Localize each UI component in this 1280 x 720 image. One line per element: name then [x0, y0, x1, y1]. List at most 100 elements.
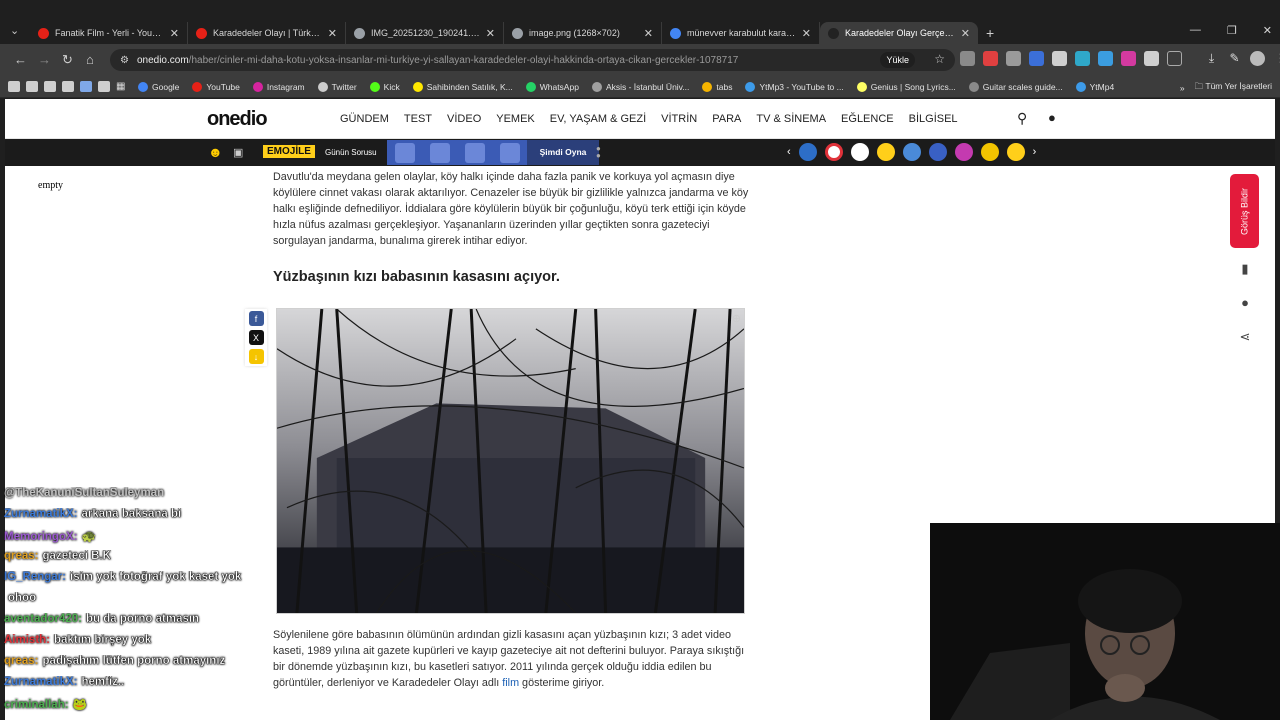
home-icon[interactable]: ⌂ [86, 52, 94, 67]
comments-icon[interactable]: ● [1236, 295, 1254, 313]
site-info-icon[interactable]: ⚙ [120, 55, 129, 66]
bookmark-folder-icon[interactable] [98, 81, 110, 92]
new-tab-button[interactable]: + [986, 22, 994, 44]
feedback-button[interactable]: Görüş Bildir [1230, 174, 1259, 248]
bookmark-folder-icon[interactable] [62, 81, 74, 92]
reading-mode-icon[interactable]: ✎ [1227, 51, 1242, 66]
apps-grid-icon[interactable]: ▦ [116, 81, 128, 92]
brand-icon[interactable] [954, 143, 973, 161]
reload-icon[interactable]: ↻ [62, 52, 73, 68]
back-icon[interactable]: ← [14, 52, 27, 67]
share-icon[interactable]: ⋖ [1236, 329, 1254, 347]
brand-icon[interactable] [1006, 143, 1025, 161]
tab-close-icon[interactable]: ✕ [486, 27, 495, 40]
film-link[interactable]: film [502, 677, 519, 689]
close-window-icon[interactable]: ✕ [1263, 24, 1272, 37]
gunun-sorusu-label[interactable]: Günün Sorusu [325, 148, 377, 157]
menu-kebab-icon[interactable]: ⋮ [1273, 51, 1280, 66]
extension-icon[interactable] [1121, 51, 1136, 66]
carousel-prev-icon[interactable]: ‹ [787, 146, 791, 158]
nav-item[interactable]: BİLGİSEL [909, 113, 958, 125]
search-icon[interactable]: ⚲ [1017, 110, 1027, 127]
nav-item[interactable]: TV & SİNEMA [756, 113, 826, 125]
extensions-puzzle-icon[interactable] [1144, 51, 1159, 66]
brand-icon[interactable] [850, 143, 869, 161]
nav-item[interactable]: EĞLENCE [841, 113, 894, 125]
nav-item[interactable]: GÜNDEM [340, 113, 389, 125]
bookmark-item[interactable]: Google [138, 81, 179, 92]
brand-icon[interactable] [902, 143, 921, 161]
save-share-icon[interactable]: ↓ [248, 349, 264, 364]
brand-icon[interactable] [876, 143, 895, 161]
nav-item[interactable]: VİDEO [447, 113, 481, 125]
extension-icon[interactable] [1029, 51, 1044, 66]
user-icon[interactable]: ● [1048, 110, 1056, 125]
upload-button[interactable]: Yükle [880, 52, 915, 68]
nav-item[interactable]: VİTRİN [661, 113, 697, 125]
browser-tab[interactable]: Karadedeler Olayı | Türk Korku ✕ [188, 22, 346, 44]
browser-tab[interactable]: IMG_20251230_190241.png (10 ✕ [346, 22, 504, 44]
bookmark-star-icon[interactable]: ☆ [934, 52, 945, 66]
tab-close-icon[interactable]: ✕ [328, 27, 337, 40]
onedio-logo[interactable]: onedio [207, 108, 268, 131]
url-text[interactable]: onedio.com/haber/cinler-mi-daha-kotu-yok… [137, 55, 738, 66]
x-share-icon[interactable]: X [248, 330, 264, 345]
extension-icon[interactable] [960, 51, 975, 66]
extension-icon[interactable] [1006, 51, 1021, 66]
bookmark-item[interactable]: YtMp4 [1075, 81, 1114, 92]
bookmark-folder-icon[interactable] [80, 81, 92, 92]
bookmark-folder-icon[interactable] [26, 81, 38, 92]
bookmark-item[interactable]: Twitter [317, 81, 357, 92]
bookmark-item[interactable]: Aksis - İstanbul Üniv... [591, 81, 689, 92]
bookmark-folder-icon[interactable] [8, 81, 20, 92]
nav-item[interactable]: PARA [712, 113, 741, 125]
address-bar[interactable]: ⚙ onedio.com/haber/cinler-mi-daha-kotu-y… [110, 49, 955, 71]
brand-icon[interactable] [980, 143, 999, 161]
browser-tab[interactable]: Fanatik Film - Yerli - YouTube ✕ [30, 22, 188, 44]
nav-item[interactable]: EV, YAŞAM & GEZİ [550, 113, 646, 125]
bookmark-item[interactable]: Instagram [252, 81, 305, 92]
profile-avatar[interactable] [1250, 51, 1265, 66]
game-controller-icon[interactable]: ▣ [233, 146, 243, 159]
browser-tab[interactable]: Karadedeler Olayı Gerçek mi? - ✕ [820, 22, 978, 44]
extension-icon[interactable] [1098, 51, 1113, 66]
side-panel-icon[interactable] [1167, 51, 1182, 66]
brand-icon[interactable] [928, 143, 947, 161]
tab-search-icon[interactable]: ⌄ [10, 24, 19, 37]
bookmark-item[interactable]: Sahibinden Satılık, K... [412, 81, 513, 92]
bookmark-item[interactable]: WhatsApp [525, 81, 579, 92]
browser-tab[interactable]: münevver karabulut karadedel ✕ [662, 22, 820, 44]
bookmark-item[interactable]: YtMp3 - YouTube to ... [745, 81, 844, 92]
pin-icon[interactable]: ⊕ [732, 312, 741, 325]
facebook-share-icon[interactable]: f [248, 311, 264, 326]
carousel-next-icon[interactable]: › [1033, 146, 1037, 158]
restore-icon[interactable]: ❐ [1227, 24, 1237, 37]
tab-close-icon[interactable]: ✕ [644, 27, 653, 40]
brand-icon[interactable] [824, 143, 843, 161]
all-bookmarks[interactable]: 🗀 Tüm Yer İşaretleri [1195, 81, 1272, 95]
bookmark-add-icon[interactable]: ▮ [1236, 261, 1254, 279]
article-photo[interactable]: ⊕ [276, 308, 745, 614]
more-dots-icon[interactable]: ● ● [596, 145, 601, 160]
browser-tab[interactable]: image.png (1268×702) ✕ [504, 22, 662, 44]
game-preview[interactable] [387, 140, 527, 165]
tab-close-icon[interactable]: ✕ [170, 27, 179, 40]
play-now-button[interactable]: Şimdi Oyna [527, 140, 599, 165]
brand-icon[interactable] [798, 143, 817, 161]
bookmark-item[interactable]: tabs [702, 81, 732, 92]
download-icon[interactable]: ⤓ [1204, 51, 1219, 66]
bookmark-folder-icon[interactable] [44, 81, 56, 92]
extension-icon[interactable] [983, 51, 998, 66]
nav-item[interactable]: TEST [404, 113, 432, 125]
emoji-face-icon[interactable]: ☻ [208, 144, 223, 160]
nav-item[interactable]: YEMEK [496, 113, 535, 125]
bookmark-item[interactable]: YouTube [192, 81, 240, 92]
forward-icon[interactable]: → [38, 52, 51, 67]
more-bookmarks-icon[interactable]: » [1180, 83, 1185, 93]
extension-icon[interactable] [1052, 51, 1067, 66]
bookmark-item[interactable]: Guitar scales guide... [968, 81, 1063, 92]
extension-icon[interactable] [1075, 51, 1090, 66]
emojile-badge[interactable]: EMOJİLE [263, 145, 315, 158]
minimize-icon[interactable]: — [1190, 24, 1201, 37]
tab-close-icon[interactable]: ✕ [802, 27, 811, 40]
